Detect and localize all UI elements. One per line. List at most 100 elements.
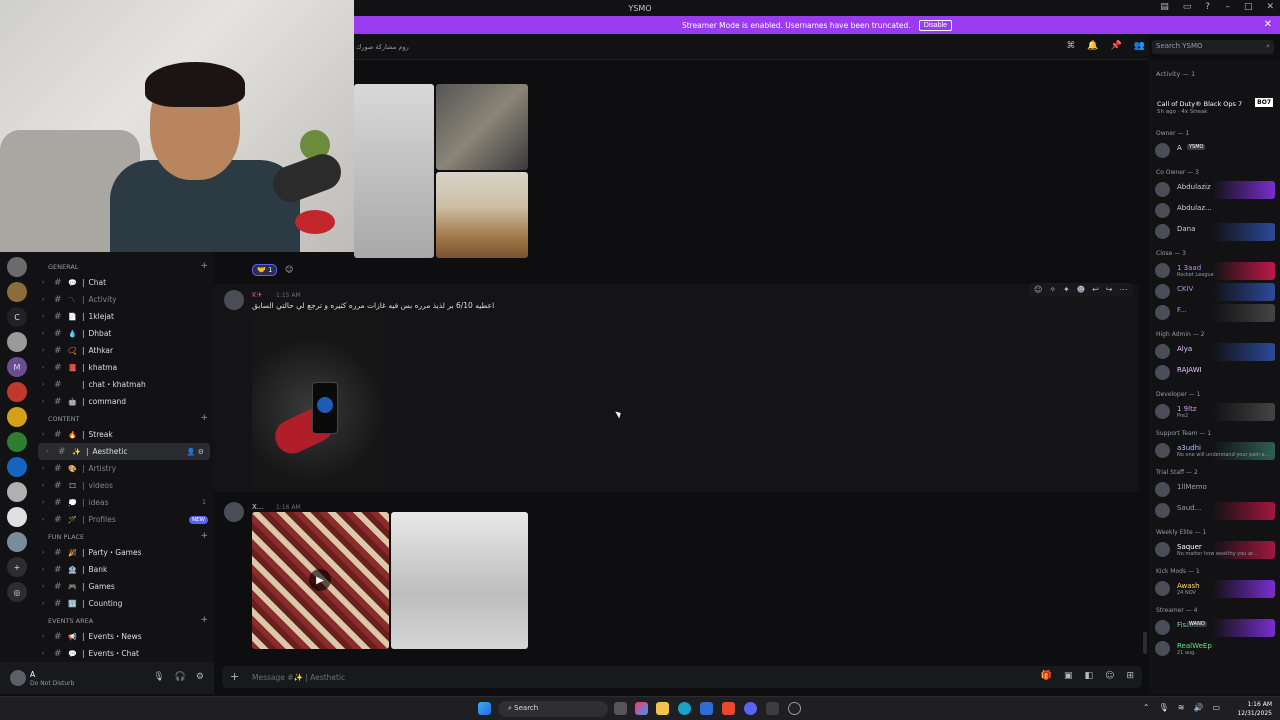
- member-item[interactable]: Dana: [1155, 223, 1275, 241]
- disable-streamer-mode-button[interactable]: Disable: [918, 19, 953, 31]
- member-item[interactable]: Alya: [1155, 343, 1275, 361]
- channel-category[interactable]: FUN PLACE +: [34, 528, 214, 544]
- create-channel-icon[interactable]: +: [200, 531, 208, 541]
- channel-item[interactable]: › # 💬 | Events・Chat: [34, 645, 214, 662]
- server-icon[interactable]: [7, 407, 27, 427]
- message-author[interactable]: K✈: [252, 291, 262, 299]
- member-item[interactable]: RAJAWI: [1155, 364, 1275, 382]
- copilot-icon[interactable]: [635, 702, 648, 715]
- member-list-icon[interactable]: 👥: [1134, 41, 1145, 51]
- server-icon[interactable]: [7, 257, 27, 277]
- channel-item[interactable]: › # 🎨 | Artistry: [34, 460, 214, 477]
- avatar[interactable]: [224, 290, 244, 310]
- tray-mic-icon[interactable]: 🎙: [1159, 703, 1169, 712]
- gift-icon[interactable]: 🎁: [1041, 671, 1052, 681]
- message-author[interactable]: X...: [252, 503, 263, 511]
- reply-icon[interactable]: ↩: [1092, 285, 1099, 294]
- reaction-pill[interactable]: 🤝 1: [252, 264, 278, 276]
- discord-icon[interactable]: [744, 702, 757, 715]
- minimize-icon[interactable]: –: [1225, 2, 1230, 12]
- channel-item[interactable]: › # 📿 | Athkar: [34, 342, 214, 359]
- reaction-icon[interactable]: ☺: [1034, 285, 1042, 294]
- channel-item[interactable]: › # 💬 | Chat: [34, 274, 214, 291]
- member-item[interactable]: RealWeEp 21 aug.: [1155, 640, 1275, 658]
- wifi-icon[interactable]: ≋: [1178, 703, 1185, 712]
- super-reaction-icon[interactable]: ✧: [1049, 285, 1056, 294]
- forward-icon[interactable]: ↪: [1106, 285, 1113, 294]
- play-icon[interactable]: ▶: [309, 569, 331, 591]
- server-icon[interactable]: [7, 382, 27, 402]
- settings-gear-icon[interactable]: ⚙: [196, 672, 204, 682]
- threads-icon[interactable]: ⌘: [1066, 41, 1075, 51]
- battery-icon[interactable]: ▭: [1212, 703, 1220, 712]
- server-icon[interactable]: [7, 507, 27, 527]
- message-video[interactable]: ▶: [252, 512, 389, 649]
- member-item[interactable]: F...: [1155, 304, 1275, 322]
- tray-chevron-icon[interactable]: ⌃: [1143, 703, 1150, 712]
- emoji-icon[interactable]: ☻: [1077, 285, 1085, 294]
- scrollbar[interactable]: [1143, 632, 1147, 654]
- taskbar-clock[interactable]: 1:16 AM 12/31/2025: [1237, 700, 1272, 718]
- volume-icon[interactable]: 🔊: [1193, 703, 1203, 712]
- server-icon[interactable]: [7, 332, 27, 352]
- member-item[interactable]: Abdulaz...: [1155, 202, 1275, 220]
- server-icon[interactable]: [7, 282, 27, 302]
- avatar[interactable]: [10, 670, 26, 686]
- member-item[interactable]: Saquer No matter how wealthy you ar...: [1155, 541, 1275, 559]
- member-item[interactable]: 1 3aad Rocket League: [1155, 262, 1275, 280]
- apps-grid-icon[interactable]: ⊞: [1126, 671, 1134, 681]
- member-item[interactable]: Saud...: [1155, 502, 1275, 520]
- close-window-icon[interactable]: ✕: [1266, 2, 1274, 12]
- member-item[interactable]: 1llMemo: [1155, 481, 1275, 499]
- server-icon[interactable]: M: [7, 357, 27, 377]
- start-icon[interactable]: [478, 702, 491, 715]
- search-input[interactable]: Search YSMO ⌕: [1152, 40, 1274, 54]
- channel-item[interactable]: › # | chat・khatmah: [34, 376, 214, 393]
- file-explorer-icon[interactable]: [656, 702, 669, 715]
- channel-item[interactable]: › # 📄 | 1klejat: [34, 308, 214, 325]
- channel-category[interactable]: EVENTS AREA +: [34, 612, 214, 628]
- close-banner-icon[interactable]: ✕: [1264, 19, 1272, 30]
- obs-icon[interactable]: [788, 702, 801, 715]
- message-image[interactable]: [354, 84, 434, 258]
- member-item[interactable]: Awash 24 NOV: [1155, 580, 1275, 598]
- channel-item[interactable]: › # 🎞 | videos: [34, 477, 214, 494]
- channel-item[interactable]: › # 🎉 | Party・Games: [34, 544, 214, 561]
- member-item[interactable]: Abdulaziz: [1155, 181, 1275, 199]
- channel-item[interactable]: › # 💭 | ideas 1: [34, 494, 214, 511]
- server-icon[interactable]: [7, 532, 27, 552]
- server-icon[interactable]: [7, 432, 27, 452]
- emoji-picker-icon[interactable]: ☺: [1105, 671, 1114, 681]
- channel-item[interactable]: › # ✨ | Aesthetic 👤 ⚙: [38, 443, 210, 460]
- message-composer[interactable]: + Message #✨ | Aesthetic 🎁 ▣ ◧ ☺ ⊞: [222, 666, 1142, 688]
- apps-icon[interactable]: ✦: [1063, 285, 1070, 294]
- channel-item[interactable]: › # 🔥 | Streak: [34, 426, 214, 443]
- microphone-icon[interactable]: 🎙: [153, 672, 164, 682]
- channel-item[interactable]: › # 🏦 | Bank: [34, 561, 214, 578]
- channel-category[interactable]: CONTENT +: [34, 410, 214, 426]
- channel-settings-icon[interactable]: ⚙: [198, 448, 204, 456]
- discover-icon[interactable]: ◎: [7, 582, 27, 602]
- task-view-icon[interactable]: [614, 702, 627, 715]
- taskbar-search[interactable]: ⌕ Search: [498, 701, 608, 717]
- channel-item[interactable]: › # 🤖 | command: [34, 393, 214, 410]
- message-image[interactable]: [391, 512, 528, 649]
- member-item[interactable]: FisaedxWANO: [1155, 619, 1275, 637]
- create-channel-icon[interactable]: +: [200, 261, 208, 271]
- member-item[interactable]: CKIV: [1155, 283, 1275, 301]
- notifications-bell-icon[interactable]: 🔔: [1087, 41, 1098, 51]
- channel-item[interactable]: › # 💧 | Dhbat: [34, 325, 214, 342]
- message-image[interactable]: [436, 172, 528, 258]
- edge-icon[interactable]: [678, 702, 691, 715]
- channel-item[interactable]: › # 📕 | khatma: [34, 359, 214, 376]
- sticker-icon[interactable]: ◧: [1085, 671, 1094, 681]
- add-reaction-icon[interactable]: ☺: [285, 265, 293, 274]
- server-icon[interactable]: [7, 457, 27, 477]
- inbox-icon[interactable]: ▤: [1160, 2, 1169, 12]
- monitor-icon[interactable]: ▭: [1183, 2, 1192, 12]
- avatar[interactable]: [224, 502, 244, 522]
- server-icon[interactable]: C: [7, 307, 27, 327]
- invite-icon[interactable]: 👤: [187, 448, 196, 456]
- headphones-icon[interactable]: 🎧: [175, 672, 186, 682]
- create-channel-icon[interactable]: +: [200, 615, 208, 625]
